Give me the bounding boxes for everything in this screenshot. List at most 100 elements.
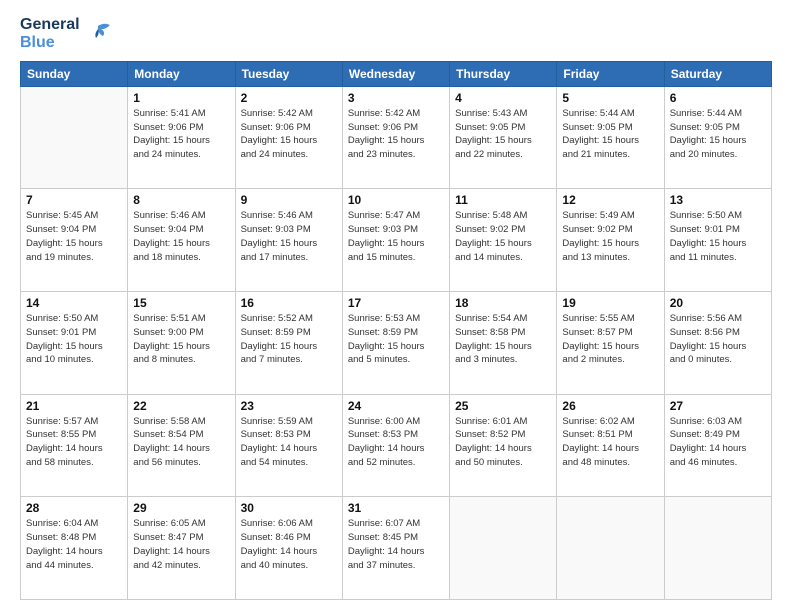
calendar-cell: 31Sunrise: 6:07 AM Sunset: 8:45 PM Dayli… (342, 497, 449, 600)
day-info: Sunrise: 5:46 AM Sunset: 9:03 PM Dayligh… (241, 209, 337, 264)
day-number: 29 (133, 501, 229, 515)
day-number: 3 (348, 91, 444, 105)
calendar-week-2: 7 Sunrise: 5:45 AM Sunset: 9:04 PM Daylig… (21, 189, 772, 292)
day-number: 4 (455, 91, 551, 105)
calendar-cell: 8Sunrise: 5:46 AM Sunset: 9:04 PM Daylig… (128, 189, 235, 292)
calendar-cell: 9 Sunrise: 5:46 AM Sunset: 9:03 PM Daylig… (235, 189, 342, 292)
day-info: Sunrise: 5:58 AM Sunset: 8:54 PM Dayligh… (133, 415, 229, 470)
day-info: Sunrise: 5:47 AM Sunset: 9:03 PM Dayligh… (348, 209, 444, 264)
weekday-header-saturday: Saturday (664, 61, 771, 86)
day-number: 18 (455, 296, 551, 310)
calendar-cell: 23 Sunrise: 5:59 AM Sunset: 8:53 PM Dayli… (235, 394, 342, 497)
day-number: 24 (348, 399, 444, 413)
day-info: Sunrise: 6:00 AM Sunset: 8:53 PM Dayligh… (348, 415, 444, 470)
weekday-header-friday: Friday (557, 61, 664, 86)
day-number: 21 (26, 399, 122, 413)
day-number: 28 (26, 501, 122, 515)
day-number: 27 (670, 399, 766, 413)
day-info: Sunrise: 5:49 AM Sunset: 9:02 PM Dayligh… (562, 209, 658, 264)
day-info: Sunrise: 5:53 AM Sunset: 8:59 PM Dayligh… (348, 312, 444, 367)
calendar-week-1: 1Sunrise: 5:41 AM Sunset: 9:06 PM Daylig… (21, 86, 772, 189)
day-number: 2 (241, 91, 337, 105)
day-number: 30 (241, 501, 337, 515)
day-number: 19 (562, 296, 658, 310)
day-info: Sunrise: 5:42 AM Sunset: 9:06 PM Dayligh… (348, 107, 444, 162)
day-info: Sunrise: 5:45 AM Sunset: 9:04 PM Dayligh… (26, 209, 122, 264)
day-info: Sunrise: 6:06 AM Sunset: 8:46 PM Dayligh… (241, 517, 337, 572)
day-info: Sunrise: 5:48 AM Sunset: 9:02 PM Dayligh… (455, 209, 551, 264)
day-info: Sunrise: 6:03 AM Sunset: 8:49 PM Dayligh… (670, 415, 766, 470)
day-number: 6 (670, 91, 766, 105)
day-info: Sunrise: 5:59 AM Sunset: 8:53 PM Dayligh… (241, 415, 337, 470)
weekday-header-thursday: Thursday (450, 61, 557, 86)
logo-bird-icon (82, 20, 110, 48)
day-number: 17 (348, 296, 444, 310)
day-number: 5 (562, 91, 658, 105)
calendar-cell: 12 Sunrise: 5:49 AM Sunset: 9:02 PM Dayli… (557, 189, 664, 292)
calendar-table: SundayMondayTuesdayWednesdayThursdayFrid… (20, 61, 772, 600)
day-info: Sunrise: 5:44 AM Sunset: 9:05 PM Dayligh… (670, 107, 766, 162)
day-info: Sunrise: 5:55 AM Sunset: 8:57 PM Dayligh… (562, 312, 658, 367)
day-info: Sunrise: 6:07 AM Sunset: 8:45 PM Dayligh… (348, 517, 444, 572)
logo-blue-text: Blue (20, 34, 80, 52)
logo-general-text: General (20, 16, 80, 34)
day-info: Sunrise: 5:41 AM Sunset: 9:06 PM Dayligh… (133, 107, 229, 162)
calendar-cell (557, 497, 664, 600)
calendar-cell: 7 Sunrise: 5:45 AM Sunset: 9:04 PM Daylig… (21, 189, 128, 292)
calendar-cell: 26Sunrise: 6:02 AM Sunset: 8:51 PM Dayli… (557, 394, 664, 497)
calendar-cell: 21 Sunrise: 5:57 AM Sunset: 8:55 PM Dayli… (21, 394, 128, 497)
weekday-header-tuesday: Tuesday (235, 61, 342, 86)
day-info: Sunrise: 5:43 AM Sunset: 9:05 PM Dayligh… (455, 107, 551, 162)
day-info: Sunrise: 6:05 AM Sunset: 8:47 PM Dayligh… (133, 517, 229, 572)
day-number: 14 (26, 296, 122, 310)
day-info: Sunrise: 5:56 AM Sunset: 8:56 PM Dayligh… (670, 312, 766, 367)
calendar-cell: 17 Sunrise: 5:53 AM Sunset: 8:59 PM Dayli… (342, 292, 449, 395)
day-info: Sunrise: 5:52 AM Sunset: 8:59 PM Dayligh… (241, 312, 337, 367)
day-number: 9 (241, 193, 337, 207)
day-number: 22 (133, 399, 229, 413)
calendar-cell: 5 Sunrise: 5:44 AM Sunset: 9:05 PM Daylig… (557, 86, 664, 189)
calendar-cell: 27 Sunrise: 6:03 AM Sunset: 8:49 PM Dayli… (664, 394, 771, 497)
calendar-cell: 19 Sunrise: 5:55 AM Sunset: 8:57 PM Dayli… (557, 292, 664, 395)
calendar-cell: 24 Sunrise: 6:00 AM Sunset: 8:53 PM Dayli… (342, 394, 449, 497)
weekday-header-sunday: Sunday (21, 61, 128, 86)
weekday-header-wednesday: Wednesday (342, 61, 449, 86)
calendar-cell: 22 Sunrise: 5:58 AM Sunset: 8:54 PM Dayli… (128, 394, 235, 497)
calendar-cell: 11Sunrise: 5:48 AM Sunset: 9:02 PM Dayli… (450, 189, 557, 292)
day-info: Sunrise: 5:42 AM Sunset: 9:06 PM Dayligh… (241, 107, 337, 162)
calendar-week-4: 21 Sunrise: 5:57 AM Sunset: 8:55 PM Dayli… (21, 394, 772, 497)
day-info: Sunrise: 5:50 AM Sunset: 9:01 PM Dayligh… (670, 209, 766, 264)
calendar-cell: 29 Sunrise: 6:05 AM Sunset: 8:47 PM Dayli… (128, 497, 235, 600)
calendar-header-row: SundayMondayTuesdayWednesdayThursdayFrid… (21, 61, 772, 86)
day-number: 7 (26, 193, 122, 207)
day-number: 16 (241, 296, 337, 310)
day-number: 12 (562, 193, 658, 207)
day-info: Sunrise: 6:04 AM Sunset: 8:48 PM Dayligh… (26, 517, 122, 572)
calendar-cell: 20Sunrise: 5:56 AM Sunset: 8:56 PM Dayli… (664, 292, 771, 395)
calendar-cell: 13Sunrise: 5:50 AM Sunset: 9:01 PM Dayli… (664, 189, 771, 292)
calendar-cell: 3 Sunrise: 5:42 AM Sunset: 9:06 PM Daylig… (342, 86, 449, 189)
day-info: Sunrise: 5:46 AM Sunset: 9:04 PM Dayligh… (133, 209, 229, 264)
day-info: Sunrise: 6:01 AM Sunset: 8:52 PM Dayligh… (455, 415, 551, 470)
calendar-cell: 1Sunrise: 5:41 AM Sunset: 9:06 PM Daylig… (128, 86, 235, 189)
day-info: Sunrise: 5:57 AM Sunset: 8:55 PM Dayligh… (26, 415, 122, 470)
calendar-cell: 28 Sunrise: 6:04 AM Sunset: 8:48 PM Dayli… (21, 497, 128, 600)
day-number: 23 (241, 399, 337, 413)
calendar-cell: 16 Sunrise: 5:52 AM Sunset: 8:59 PM Dayli… (235, 292, 342, 395)
calendar-cell (664, 497, 771, 600)
calendar-cell: 6 Sunrise: 5:44 AM Sunset: 9:05 PM Daylig… (664, 86, 771, 189)
day-info: Sunrise: 5:50 AM Sunset: 9:01 PM Dayligh… (26, 312, 122, 367)
day-info: Sunrise: 5:51 AM Sunset: 9:00 PM Dayligh… (133, 312, 229, 367)
calendar-cell (450, 497, 557, 600)
day-info: Sunrise: 6:02 AM Sunset: 8:51 PM Dayligh… (562, 415, 658, 470)
page: General Blue SundayMondayTuesdayWednesda… (0, 0, 792, 612)
calendar-week-5: 28 Sunrise: 6:04 AM Sunset: 8:48 PM Dayli… (21, 497, 772, 600)
calendar-cell: 15Sunrise: 5:51 AM Sunset: 9:00 PM Dayli… (128, 292, 235, 395)
calendar-cell: 30 Sunrise: 6:06 AM Sunset: 8:46 PM Dayli… (235, 497, 342, 600)
calendar-cell: 14 Sunrise: 5:50 AM Sunset: 9:01 PM Dayli… (21, 292, 128, 395)
calendar-cell: 25 Sunrise: 6:01 AM Sunset: 8:52 PM Dayli… (450, 394, 557, 497)
day-number: 25 (455, 399, 551, 413)
calendar-cell: 4 Sunrise: 5:43 AM Sunset: 9:05 PM Daylig… (450, 86, 557, 189)
day-info: Sunrise: 5:44 AM Sunset: 9:05 PM Dayligh… (562, 107, 658, 162)
weekday-header-monday: Monday (128, 61, 235, 86)
